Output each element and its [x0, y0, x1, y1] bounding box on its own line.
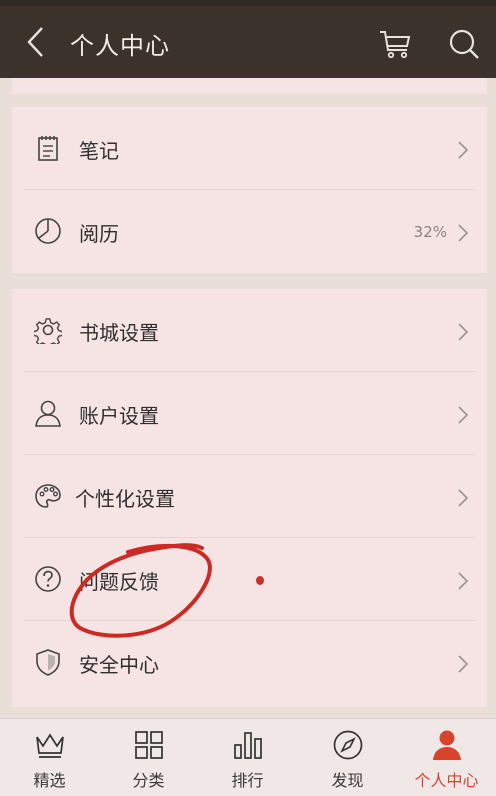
settings-section: 书城设置 账户设置 个性化设置 问题反馈 安全中心 [12, 289, 487, 707]
menu-item-history[interactable]: 阅历 32% [12, 190, 487, 273]
shield-icon [36, 649, 60, 676]
bar-chart-icon [234, 732, 262, 759]
menu-item-bookstore-settings[interactable]: 书城设置 [12, 289, 487, 372]
menu-item-label: 笔记 [79, 139, 119, 163]
pie-clock-icon [35, 218, 61, 244]
person-icon [433, 730, 461, 760]
menu-item-label: 安全中心 [79, 653, 159, 677]
menu-item-label: 账户设置 [79, 404, 159, 428]
tab-label: 分类 [132, 771, 165, 790]
tab-personal-center[interactable]: 个人中心 [397, 719, 496, 796]
menu-item-personalization-settings[interactable]: 个性化设置 [12, 455, 487, 538]
tab-featured[interactable]: 精选 [0, 719, 99, 796]
progress-value: 32% [413, 223, 447, 241]
cart-icon [380, 31, 411, 59]
menu-item-account-settings[interactable]: 账户设置 [12, 372, 487, 455]
menu-item-security-center[interactable]: 安全中心 [12, 621, 487, 704]
chevron-right-icon [458, 489, 469, 507]
back-arrow-icon [27, 27, 43, 57]
menu-item-label: 问题反馈 [79, 570, 159, 594]
question-icon [35, 566, 61, 592]
compass-icon [333, 730, 363, 760]
tab-label: 发现 [331, 771, 364, 790]
palette-icon [35, 484, 61, 508]
cart-button[interactable] [375, 24, 415, 64]
tab-label: 精选 [33, 771, 66, 790]
tab-rankings[interactable]: 排行 [198, 719, 297, 796]
search-icon [449, 29, 479, 59]
chevron-right-icon [458, 572, 469, 590]
red-dot-annotation [256, 576, 264, 585]
page-title: 个人中心 [70, 32, 170, 60]
chevron-right-icon [458, 224, 469, 242]
crown-icon [36, 733, 64, 758]
grid-icon [135, 731, 163, 759]
tab-label: 排行 [231, 771, 264, 790]
chevron-right-icon [458, 141, 469, 159]
gear-icon [34, 318, 62, 344]
back-button[interactable] [18, 24, 54, 60]
menu-item-label: 个性化设置 [75, 487, 175, 511]
search-button[interactable] [444, 24, 484, 64]
tab-discover[interactable]: 发现 [298, 719, 397, 796]
tab-categories[interactable]: 分类 [99, 719, 198, 796]
chevron-right-icon [458, 406, 469, 424]
menu-item-label: 书城设置 [79, 321, 159, 345]
previous-card-edge [12, 78, 487, 94]
menu-item-feedback[interactable]: 问题反馈 [12, 538, 487, 621]
user-icon [35, 400, 61, 427]
notepad-icon [38, 136, 58, 161]
tab-label: 个人中心 [414, 771, 479, 790]
menu-item-notes[interactable]: 笔记 [12, 107, 487, 190]
chevron-right-icon [458, 323, 469, 341]
reading-section: 笔记 阅历 32% [12, 107, 487, 273]
menu-item-label: 阅历 [79, 222, 119, 246]
app-bar: 个人中心 [0, 6, 496, 78]
bottom-tab-bar: 精选 分类 排行 发现 个人中心 [0, 718, 496, 796]
chevron-right-icon [458, 655, 469, 673]
